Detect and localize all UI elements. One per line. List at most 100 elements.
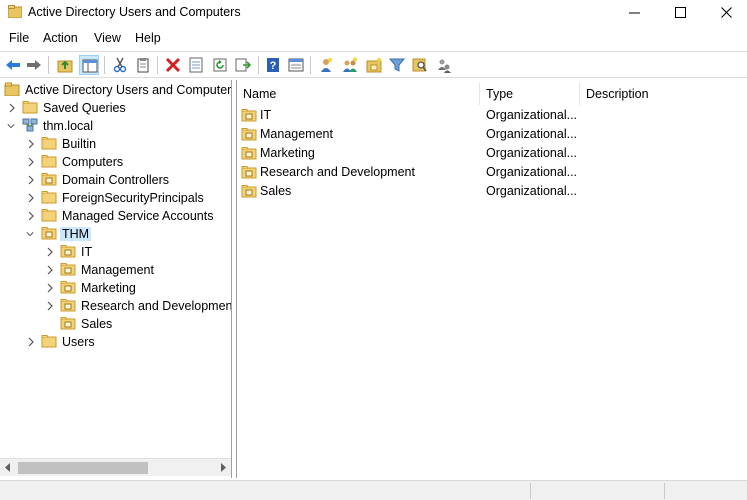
tree-node-root[interactable]: Active Directory Users and Computers [ xyxy=(0,81,232,99)
tree-node-it[interactable]: IT xyxy=(0,243,231,261)
add-to-group-icon xyxy=(438,59,451,73)
tree-node-users[interactable]: Users xyxy=(0,333,231,351)
chevron-right-icon[interactable] xyxy=(46,265,54,275)
list-item[interactable]: Management Organizational... xyxy=(237,125,747,144)
list-item[interactable]: Research and Development Organizational.… xyxy=(237,163,747,182)
show-hide-console-tree-button[interactable] xyxy=(79,55,99,75)
delete-icon xyxy=(165,57,181,73)
status-divider xyxy=(664,483,665,499)
list-item[interactable]: IT Organizational... xyxy=(237,106,747,125)
organizational-unit-icon xyxy=(60,245,76,258)
export-list-button[interactable] xyxy=(233,55,253,75)
column-header-type[interactable]: Type xyxy=(480,83,579,105)
menu-view[interactable]: View xyxy=(94,31,121,45)
aduc-snapin-icon xyxy=(4,82,20,96)
column-header-name[interactable]: Name xyxy=(237,83,479,105)
tree-node-management[interactable]: Management xyxy=(0,261,231,279)
up-one-level-button[interactable] xyxy=(55,55,75,75)
tree-node-research-and-development[interactable]: Research and Development xyxy=(0,297,231,315)
menu-help[interactable]: Help xyxy=(135,31,161,45)
console-view-icon xyxy=(288,58,304,72)
delete-button[interactable] xyxy=(163,55,183,75)
add-to-group-button[interactable] xyxy=(434,55,454,75)
close-icon xyxy=(721,7,732,18)
tree-node-foreign-security-principals[interactable]: ForeignSecurityPrincipals xyxy=(0,189,231,207)
chevron-right-icon[interactable] xyxy=(27,175,35,185)
tree-node-builtin[interactable]: Builtin xyxy=(0,135,231,153)
new-ou-icon xyxy=(366,58,382,73)
list-item-name: IT xyxy=(260,108,272,122)
status-divider xyxy=(530,483,531,499)
list-item-type: Organizational... xyxy=(486,146,578,160)
toolbar-separator xyxy=(310,56,311,74)
folder-icon xyxy=(41,155,57,168)
tree-node-label: Management xyxy=(81,263,154,277)
toolbar-separator xyxy=(157,56,158,74)
tree-node-saved-queries[interactable]: Saved Queries xyxy=(0,99,231,117)
folder-icon xyxy=(8,5,22,18)
tree-node-domain[interactable]: thm.local xyxy=(0,117,231,135)
scroll-right-icon[interactable] xyxy=(220,463,226,472)
organizational-unit-icon xyxy=(241,109,257,122)
copy-button[interactable] xyxy=(133,55,153,75)
find-button[interactable] xyxy=(410,55,430,75)
show-hide-tree-icon xyxy=(82,59,98,73)
new-group-button[interactable] xyxy=(340,55,360,75)
help-button[interactable]: ? xyxy=(263,55,283,75)
refresh-button[interactable] xyxy=(210,55,230,75)
tree-node-domain-controllers[interactable]: Domain Controllers xyxy=(0,171,231,189)
domain-icon xyxy=(22,118,38,132)
tree-node-label: Saved Queries xyxy=(43,101,126,115)
tree-horizontal-scrollbar[interactable] xyxy=(0,458,231,476)
maximize-button[interactable] xyxy=(658,0,704,26)
help-icon: ? xyxy=(267,58,279,72)
filter-icon xyxy=(389,58,405,72)
export-list-icon xyxy=(235,58,251,72)
scroll-left-icon[interactable] xyxy=(5,463,11,472)
scrollbar-thumb[interactable] xyxy=(18,462,148,474)
chevron-right-icon[interactable] xyxy=(27,139,35,149)
tree-node-label: Active Directory Users and Computers [ xyxy=(25,83,232,97)
find-icon xyxy=(412,58,427,72)
details-pane[interactable]: Name Type Description IT Organizational.… xyxy=(236,80,747,478)
tree-node-computers[interactable]: Computers xyxy=(0,153,231,171)
menu-action[interactable]: Action xyxy=(43,31,78,45)
chevron-right-icon[interactable] xyxy=(27,211,35,221)
tree-node-label: Sales xyxy=(81,317,113,331)
chevron-right-icon[interactable] xyxy=(27,157,35,167)
chevron-right-icon[interactable] xyxy=(27,193,35,203)
chevron-down-icon[interactable] xyxy=(7,121,15,131)
svg-text:?: ? xyxy=(270,60,277,72)
organizational-unit-icon xyxy=(241,147,257,160)
tree-node-label: Marketing xyxy=(81,281,136,295)
minimize-button[interactable] xyxy=(612,0,658,26)
console-view-button[interactable] xyxy=(286,55,306,75)
menu-file[interactable]: File xyxy=(9,31,29,45)
chevron-right-icon[interactable] xyxy=(27,337,35,347)
back-button[interactable] xyxy=(3,55,23,75)
chevron-right-icon[interactable] xyxy=(46,247,54,257)
chevron-right-icon[interactable] xyxy=(46,283,54,293)
console-tree[interactable]: Active Directory Users and Computers [ S… xyxy=(0,80,232,478)
list-item[interactable]: Marketing Organizational... xyxy=(237,144,747,163)
tree-node-thm[interactable]: THM xyxy=(0,225,231,243)
tree-node-marketing[interactable]: Marketing xyxy=(0,279,231,297)
close-button[interactable] xyxy=(704,0,747,26)
chevron-down-icon[interactable] xyxy=(26,229,34,239)
list-item[interactable]: Sales Organizational... xyxy=(237,182,747,201)
cut-button[interactable] xyxy=(110,55,130,75)
filter-button[interactable] xyxy=(387,55,407,75)
organizational-unit-icon xyxy=(60,317,76,330)
properties-button[interactable] xyxy=(186,55,206,75)
chevron-right-icon[interactable] xyxy=(8,103,16,113)
new-ou-button[interactable] xyxy=(364,55,384,75)
toolbar-separator xyxy=(104,56,105,74)
forward-button[interactable] xyxy=(24,55,44,75)
tree-node-label: IT xyxy=(81,245,93,259)
tree-node-sales[interactable]: Sales xyxy=(0,315,231,333)
new-user-button[interactable] xyxy=(316,55,336,75)
chevron-right-icon[interactable] xyxy=(46,301,54,311)
tree-node-managed-service-accounts[interactable]: Managed Service Accounts xyxy=(0,207,231,225)
folder-icon xyxy=(41,335,57,348)
column-header-description[interactable]: Description xyxy=(580,83,740,105)
